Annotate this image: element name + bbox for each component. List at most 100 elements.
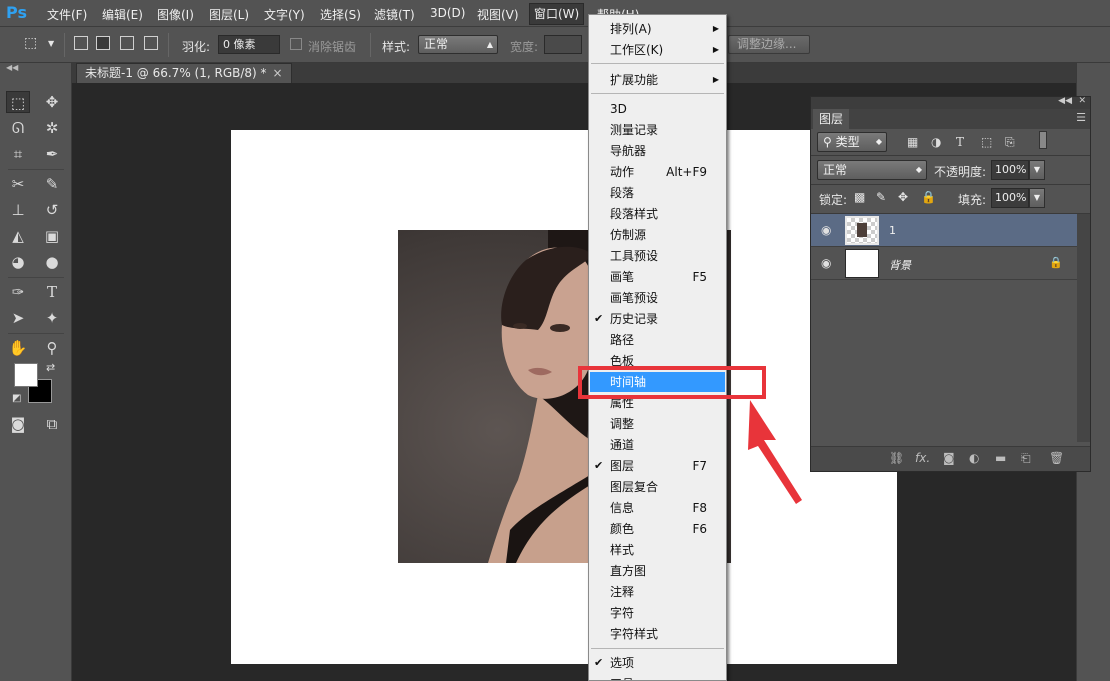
layers-scrollbar[interactable] [1077, 214, 1090, 442]
swap-colors-icon[interactable]: ⇄ [46, 361, 55, 374]
menu-item-brush-presets[interactable]: 画笔预设 [590, 288, 725, 308]
panel-menu-icon[interactable]: ☰ [1076, 111, 1086, 124]
antialias-checkbox[interactable] [290, 38, 302, 50]
menu-item-channels[interactable]: 通道 [590, 435, 725, 455]
menu-item-brush[interactable]: 画笔 F5 [590, 267, 725, 287]
menu-filter[interactable]: 滤镜(T) [374, 6, 415, 23]
menu-item-clone-source[interactable]: 仿制源 [590, 225, 725, 245]
lock-image-icon[interactable]: ✎ [876, 190, 886, 204]
visibility-eye-icon[interactable]: ◉ [821, 223, 831, 237]
menu-item-history[interactable]: ✔ 历史记录 [590, 309, 725, 329]
tab-layers[interactable]: 图层 [813, 109, 850, 129]
style-select[interactable]: 正常 ▲ [418, 35, 498, 54]
menu-item-paragraph[interactable]: 段落 [590, 183, 725, 203]
quick-mask-icon[interactable]: ◙ [6, 413, 30, 435]
delete-layer-icon[interactable]: 🗑 [1049, 451, 1064, 465]
add-mask-icon[interactable]: ◙ [943, 451, 955, 465]
layer-name[interactable]: 1 [889, 224, 896, 237]
eraser-tool-icon[interactable]: ◭ [6, 225, 30, 247]
menu-item-layers[interactable]: ✔ 图层 F7 [590, 456, 725, 476]
menu-item-options[interactable]: ✔ 选项 [590, 653, 725, 673]
blur-tool-icon[interactable]: ◕ [6, 251, 30, 273]
layer-name[interactable]: 背景 [889, 257, 911, 273]
filter-kind-select[interactable]: ⚲ 类型 ◆ [817, 132, 887, 152]
menu-item-paths[interactable]: 路径 [590, 330, 725, 350]
foreground-color-swatch[interactable] [14, 363, 38, 387]
fx-icon[interactable]: fx. [915, 451, 930, 465]
adjustment-filter-icon[interactable]: ◑ [931, 135, 941, 149]
clone-stamp-tool-icon[interactable]: ⊥ [6, 199, 30, 221]
new-group-icon[interactable]: ▬ [995, 451, 1006, 465]
adjustment-layer-icon[interactable]: ◐ [969, 451, 979, 465]
menu-item-adjustments[interactable]: 调整 [590, 414, 725, 434]
width-input[interactable] [544, 35, 582, 54]
type-tool-icon[interactable]: T [40, 281, 64, 303]
menu-item-arrange[interactable]: 排列(A) ▶ [590, 19, 725, 39]
brush-tool-icon[interactable]: ✎ [40, 173, 64, 195]
menu-item-layer-comps[interactable]: 图层复合 [590, 477, 725, 497]
rect-marquee-tool-icon[interactable]: ⬚ [6, 91, 30, 113]
menu-window[interactable]: 窗口(W) [528, 3, 585, 25]
visibility-eye-icon[interactable]: ◉ [821, 256, 831, 270]
menu-item-measurement-log[interactable]: 测量记录 [590, 120, 725, 140]
preset-dropdown-icon[interactable]: ▼ [48, 39, 54, 48]
shape-tool-icon[interactable]: ✦ [40, 307, 64, 329]
healing-brush-tool-icon[interactable]: ✂ [6, 173, 30, 195]
marquee-preset-icon[interactable]: ⬚ [24, 35, 37, 51]
menu-view[interactable]: 视图(V) [477, 6, 519, 23]
lock-position-icon[interactable]: ✥ [898, 190, 908, 204]
collapse-panel-icon[interactable]: ◀◀ [1058, 96, 1072, 106]
hand-tool-icon[interactable]: ✋ [6, 337, 30, 359]
menu-item-3d[interactable]: 3D [590, 99, 725, 119]
opacity-input[interactable]: 100% [991, 160, 1029, 180]
menu-item-styles[interactable]: 样式 [590, 540, 725, 560]
pen-tool-icon[interactable]: ✑ [6, 281, 30, 303]
link-layers-icon[interactable]: ⛓ [889, 451, 904, 465]
feather-input[interactable]: 0 像素 [218, 35, 280, 54]
filter-toggle[interactable] [1039, 131, 1047, 149]
menu-item-actions[interactable]: 动作 Alt+F9 [590, 162, 725, 182]
menu-image[interactable]: 图像(I) [157, 6, 194, 23]
menu-item-character-styles[interactable]: 字符样式 [590, 624, 725, 644]
layer-row[interactable]: ◉ 背景 🔒 [811, 247, 1077, 280]
opacity-dropdown-icon[interactable]: ▼ [1029, 160, 1045, 180]
menu-item-paragraph-styles[interactable]: 段落样式 [590, 204, 725, 224]
default-colors-icon[interactable]: ◩ [12, 393, 21, 404]
menu-file[interactable]: 文件(F) [47, 6, 87, 23]
menu-item-extensions[interactable]: 扩展功能 ▶ [590, 70, 725, 90]
new-layer-icon[interactable]: ⎗ [1021, 451, 1031, 466]
fill-dropdown-icon[interactable]: ▼ [1029, 188, 1045, 208]
menu-layer[interactable]: 图层(L) [209, 6, 249, 23]
close-icon[interactable]: × [273, 66, 283, 80]
blend-mode-select[interactable]: 正常 ◆ [817, 160, 927, 180]
eyedropper-tool-icon[interactable]: ✒ [40, 143, 64, 165]
layer-row[interactable]: ◉ 1 [811, 214, 1077, 247]
collapse-icon[interactable]: ◀◀ [6, 63, 18, 72]
path-select-tool-icon[interactable]: ➤ [6, 307, 30, 329]
lock-all-icon[interactable]: 🔒 [921, 190, 936, 204]
menu-item-workspace[interactable]: 工作区(K) ▶ [590, 40, 725, 60]
menu-edit[interactable]: 编辑(E) [102, 6, 143, 23]
pixel-filter-icon[interactable]: ▦ [907, 135, 918, 149]
menu-item-info[interactable]: 信息 F8 [590, 498, 725, 518]
new-selection-icon[interactable] [74, 36, 88, 50]
menu-item-tools[interactable]: 工具 [590, 674, 725, 680]
menu-3d[interactable]: 3D(D) [430, 6, 465, 20]
menu-item-histogram[interactable]: 直方图 [590, 561, 725, 581]
lasso-tool-icon[interactable]: ᘏ [6, 117, 30, 139]
crop-tool-icon[interactable]: ⌗ [6, 143, 30, 165]
menu-select[interactable]: 选择(S) [320, 6, 361, 23]
lock-transparency-icon[interactable]: ▩ [854, 190, 865, 204]
subtract-selection-icon[interactable] [120, 36, 134, 50]
refine-edge-button[interactable]: 调整边缘... [728, 35, 810, 54]
dodge-tool-icon[interactable]: ● [40, 251, 64, 273]
fill-input[interactable]: 100% [991, 188, 1029, 208]
add-to-selection-icon[interactable] [96, 36, 110, 50]
menu-item-notes[interactable]: 注释 [590, 582, 725, 602]
shape-filter-icon[interactable]: ⬚ [981, 135, 992, 149]
intersect-selection-icon[interactable] [144, 36, 158, 50]
menu-item-navigator[interactable]: 导航器 [590, 141, 725, 161]
smart-object-filter-icon[interactable]: ⎘ [1005, 135, 1015, 150]
menu-item-character[interactable]: 字符 [590, 603, 725, 623]
history-brush-tool-icon[interactable]: ↺ [40, 199, 64, 221]
